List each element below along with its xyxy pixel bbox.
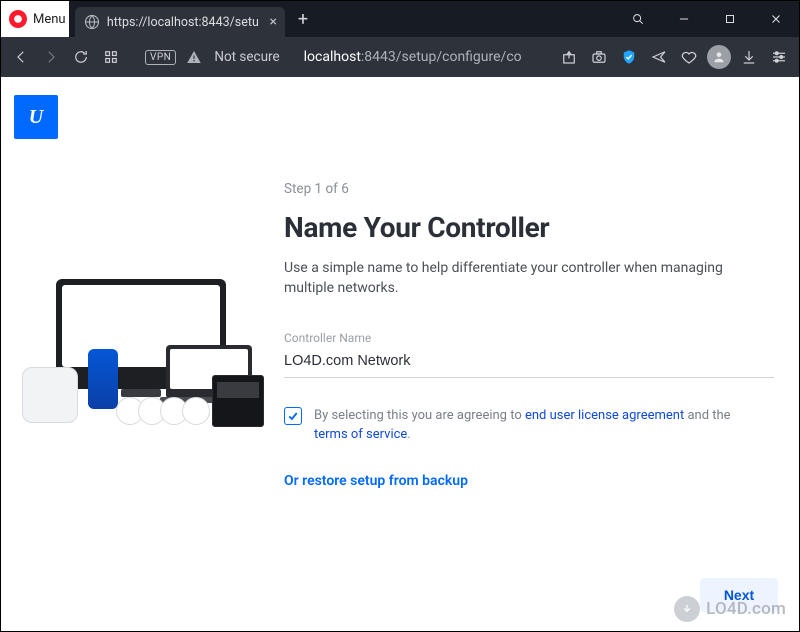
tab-title: https://localhost:8443/setu [107, 15, 258, 30]
speed-dial-button[interactable] [99, 45, 123, 69]
url-host: localhost [304, 49, 361, 65]
security-warning-icon[interactable] [182, 45, 206, 69]
page-content: U Step 1 of 6 Name Your Controller Use a… [2, 77, 798, 630]
opera-menu-label: Menu [33, 12, 66, 27]
product-hero-illustration [16, 279, 272, 449]
browser-toolbar: VPN Not secure localhost:8443/setup/conf… [1, 37, 799, 77]
download-icon [674, 596, 700, 622]
eula-link[interactable]: end user license agreement [525, 408, 684, 423]
profile-avatar[interactable] [707, 45, 731, 69]
close-tab-icon[interactable]: × [270, 14, 277, 30]
controller-name-input[interactable] [284, 349, 774, 378]
new-tab-button[interactable]: + [289, 9, 317, 30]
agree-checkbox[interactable] [284, 407, 302, 425]
watermark-text: LO4D.com [706, 599, 786, 619]
restore-backup-link[interactable]: Or restore setup from backup [284, 473, 774, 489]
controller-name-label: Controller Name [284, 331, 774, 345]
search-icon [631, 12, 645, 26]
vpn-badge[interactable]: VPN [145, 50, 176, 65]
minimize-icon [677, 12, 691, 26]
maximize-icon [723, 12, 737, 26]
browser-titlebar: Menu https://localhost:8443/setu × + [1, 1, 799, 37]
nav-back-button[interactable] [9, 45, 33, 69]
security-status-label: Not secure [214, 49, 279, 65]
check-icon [287, 410, 299, 422]
share-button[interactable] [557, 45, 581, 69]
source-watermark: LO4D.com [674, 596, 786, 622]
send-button[interactable] [647, 45, 671, 69]
easy-setup-button[interactable] [767, 45, 791, 69]
window-maximize-button[interactable] [707, 1, 753, 37]
page-description: Use a simple name to help differentiate … [284, 258, 744, 299]
address-bar[interactable]: localhost:8443/setup/configure/co [294, 49, 543, 65]
nav-reload-button[interactable] [69, 45, 93, 69]
globe-icon [85, 15, 99, 29]
downloads-button[interactable] [737, 45, 761, 69]
user-icon [712, 50, 726, 64]
page-title: Name Your Controller [284, 211, 774, 244]
close-icon [769, 12, 783, 26]
snapshot-button[interactable] [587, 45, 611, 69]
window-close-button[interactable] [753, 1, 799, 37]
adblock-shield-icon[interactable] [617, 45, 641, 69]
window-minimize-button[interactable] [661, 1, 707, 37]
url-path: :8443/setup/configure/co [361, 49, 522, 65]
titlebar-search-button[interactable] [615, 1, 661, 37]
step-indicator: Step 1 of 6 [284, 181, 774, 197]
favorite-button[interactable] [677, 45, 701, 69]
tos-link[interactable]: terms of service [314, 427, 407, 442]
unifi-logo-letter: U [29, 106, 43, 129]
opera-menu-button[interactable]: Menu [1, 1, 69, 37]
nav-forward-button[interactable] [39, 45, 63, 69]
browser-tab[interactable]: https://localhost:8443/setu × [75, 7, 285, 37]
unifi-logo[interactable]: U [14, 95, 58, 139]
agree-text: By selecting this you are agreeing to en… [314, 406, 764, 445]
opera-logo-icon [9, 10, 27, 28]
